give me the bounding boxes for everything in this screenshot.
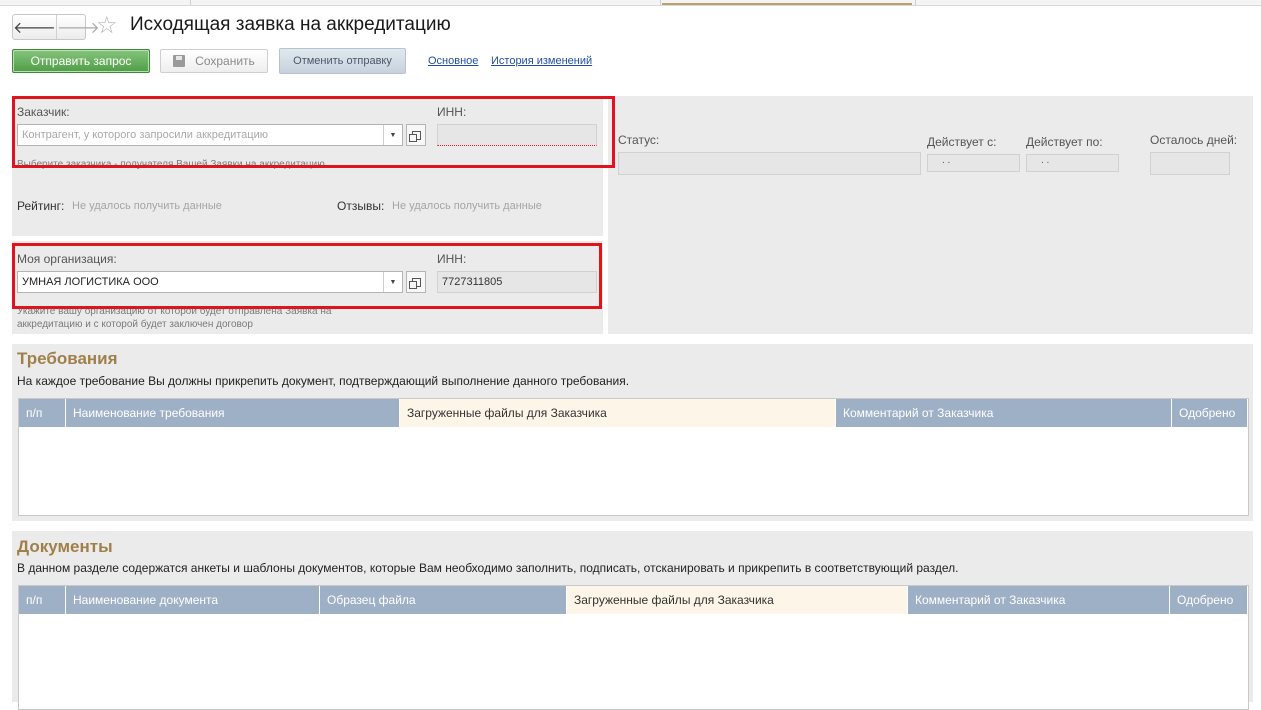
navigation-buttons: 🡐 🡒 bbox=[12, 14, 100, 40]
customer-inn-label: ИНН: bbox=[437, 105, 467, 119]
status-label: Статус: bbox=[618, 133, 660, 147]
valid-from-label: Действует с: bbox=[927, 135, 997, 149]
open-organization-button[interactable] bbox=[406, 271, 426, 293]
back-arrow-icon[interactable]: 🡐 bbox=[13, 15, 56, 39]
window-tab-strip bbox=[0, 0, 1261, 6]
send-request-button[interactable]: Отправить запрос bbox=[12, 49, 150, 73]
link-main[interactable]: Основное bbox=[428, 55, 478, 67]
requirements-description: На каждое требование Вы должны прикрепит… bbox=[17, 374, 630, 388]
open-window-icon bbox=[408, 130, 421, 142]
requirements-title: Требования bbox=[17, 349, 118, 368]
documents-description: В данном разделе содержатся анкеты и шаб… bbox=[17, 561, 959, 575]
column-header-file-template[interactable]: Образец файла bbox=[320, 586, 567, 614]
my-organization-inn-field[interactable]: 7727311805 bbox=[437, 271, 597, 293]
days-left-label: Осталось дней: bbox=[1150, 133, 1238, 147]
tab-divider bbox=[660, 0, 661, 5]
status-panel bbox=[608, 96, 1253, 334]
column-header-uploaded-files[interactable]: Загруженные файлы для Заказчика bbox=[400, 399, 836, 427]
customer-input[interactable]: Контрагент, у которого запросили аккреди… bbox=[18, 125, 383, 145]
my-organization-combobox[interactable]: УМНАЯ ЛОГИСТИКА ООО ▼ bbox=[17, 271, 403, 293]
tab-divider bbox=[915, 0, 916, 5]
column-header-approved[interactable]: Одобрено bbox=[1170, 586, 1248, 614]
open-customer-button[interactable] bbox=[406, 124, 426, 146]
valid-to-label: Действует по: bbox=[1026, 135, 1103, 149]
column-header-number[interactable]: п/п bbox=[19, 399, 66, 427]
rating-value: Не удалось получить данные bbox=[72, 200, 222, 212]
column-header-customer-comment[interactable]: Комментарий от Заказчика bbox=[836, 399, 1172, 427]
favorite-star-icon[interactable]: ☆ bbox=[96, 12, 118, 40]
customer-inn-field[interactable] bbox=[437, 124, 597, 146]
open-window-icon bbox=[408, 277, 421, 289]
reviews-label: Отзывы: bbox=[337, 199, 385, 213]
forward-arrow-icon[interactable]: 🡒 bbox=[55, 15, 100, 39]
chevron-down-icon[interactable]: ▼ bbox=[383, 125, 402, 145]
column-header-customer-comment[interactable]: Комментарий от Заказчика bbox=[908, 586, 1170, 614]
valid-from-field[interactable]: . . bbox=[927, 154, 1020, 172]
customer-combobox[interactable]: Контрагент, у которого запросили аккреди… bbox=[17, 124, 403, 146]
column-header-document-name[interactable]: Наименование документа bbox=[66, 586, 320, 614]
my-organization-label: Моя организация: bbox=[17, 252, 117, 266]
valid-to-field[interactable]: . . bbox=[1026, 154, 1119, 172]
chevron-down-icon[interactable]: ▼ bbox=[383, 272, 402, 292]
link-change-history[interactable]: История изменений bbox=[491, 55, 592, 67]
customer-label: Заказчик: bbox=[17, 105, 70, 119]
days-left-field[interactable] bbox=[1150, 152, 1230, 175]
requirements-section: Требования На каждое требование Вы должн… bbox=[12, 344, 1253, 521]
cancel-send-button[interactable]: Отменить отправку bbox=[279, 48, 406, 74]
column-header-approved[interactable]: Одобрено bbox=[1172, 399, 1248, 427]
rating-label: Рейтинг: bbox=[17, 199, 65, 213]
active-tab-indicator bbox=[662, 3, 912, 5]
reviews-value: Не удалось получить данные bbox=[392, 200, 542, 212]
my-organization-hint: Укажите вашу организацию от которой буде… bbox=[17, 306, 332, 330]
save-button-label: Сохранить bbox=[195, 54, 255, 68]
floppy-disk-icon bbox=[173, 55, 186, 67]
requirements-table[interactable]: п/п Наименование требования Загруженные … bbox=[18, 398, 1249, 516]
column-header-uploaded-files[interactable]: Загруженные файлы для Заказчика bbox=[567, 586, 908, 614]
my-organization-input[interactable]: УМНАЯ ЛОГИСТИКА ООО bbox=[18, 272, 383, 292]
status-field[interactable] bbox=[618, 152, 921, 175]
page-title: Исходящая заявка на аккредитацию bbox=[130, 14, 451, 35]
save-button[interactable]: Сохранить bbox=[160, 49, 268, 73]
column-header-requirement-name[interactable]: Наименование требования bbox=[66, 399, 400, 427]
my-organization-inn-label: ИНН: bbox=[437, 252, 467, 266]
documents-title: Документы bbox=[17, 537, 113, 556]
tab-divider bbox=[190, 0, 191, 5]
column-header-number[interactable]: п/п bbox=[19, 586, 66, 614]
customer-hint: Выберите заказчика - получателя Вашей За… bbox=[17, 159, 325, 170]
documents-section: Документы В данном разделе содержатся ан… bbox=[12, 531, 1253, 710]
documents-table[interactable]: п/п Наименование документа Образец файла… bbox=[18, 585, 1249, 710]
